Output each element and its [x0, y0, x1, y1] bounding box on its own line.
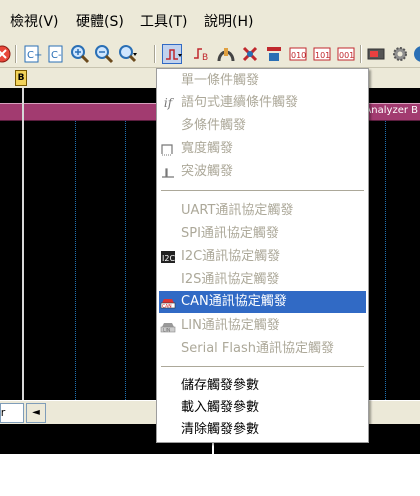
protocol-2-icon[interactable]: 001	[336, 44, 356, 64]
probe-icon[interactable]	[216, 44, 236, 64]
zoom-in-icon[interactable]	[70, 44, 90, 64]
menu-separator	[161, 366, 364, 367]
menu-item-i2c-trigger[interactable]: I2C I2C通訊協定觸發	[159, 246, 366, 268]
pulse-width-icon	[160, 141, 176, 157]
trigger-edge-icon[interactable]: B	[192, 44, 212, 64]
menu-item-spi-trigger[interactable]: SPI通訊協定觸發	[159, 223, 366, 245]
toolbar: C+ C- B 010 101 001	[0, 40, 420, 68]
grid-line	[75, 121, 76, 400]
menu-item-can-trigger[interactable]: CAN CAN通訊協定觸發	[159, 291, 366, 313]
cursor-b-marker[interactable]: B	[15, 70, 27, 86]
can-car-icon: CAN	[160, 294, 176, 310]
menu-item-load-trigger-params[interactable]: 載入觸發參數	[159, 397, 366, 419]
menu-item-multi-condition-trigger[interactable]: 多條件觸發	[159, 115, 366, 137]
trigger-settings-icon[interactable]	[162, 44, 182, 64]
cursor-b-line[interactable]	[22, 88, 24, 400]
menu-item-save-trigger-params[interactable]: 儲存觸發參數	[159, 375, 366, 397]
glitch-icon	[160, 164, 176, 180]
menu-tools[interactable]: 工具(T)	[140, 11, 187, 31]
svg-text:C+: C+	[27, 50, 42, 61]
channel-icon[interactable]	[240, 44, 260, 64]
decode-icon[interactable]: 010	[288, 44, 308, 64]
menu-item-statement-trigger[interactable]: if 語句式連續條件觸發	[159, 92, 366, 114]
menu-separator	[161, 190, 364, 191]
analyzer-band-label: Analyzer B	[364, 105, 418, 116]
svg-text:101: 101	[315, 51, 330, 60]
svg-text:B: B	[202, 53, 208, 63]
menu-item-glitch-trigger[interactable]: 突波觸發	[159, 161, 366, 183]
cursor-remove-icon[interactable]: C-	[46, 44, 66, 64]
status-area	[0, 454, 420, 496]
menu-item-serial-flash-trigger[interactable]: Serial Flash通訊協定觸發	[159, 338, 366, 360]
svg-text:010: 010	[291, 51, 306, 60]
cursor-add-icon[interactable]: C+	[22, 44, 42, 64]
menu-bar: 檢視(V) 硬體(S) 工具(T) 說明(H)	[0, 0, 420, 40]
menu-hardware[interactable]: 硬體(S)	[76, 11, 124, 31]
trigger-menu: 單一條件觸發 if 語句式連續條件觸發 多條件觸發 寬度觸發 突波觸發 UART…	[156, 68, 369, 443]
svg-text:I2C: I2C	[162, 254, 175, 263]
settings-gear-icon[interactable]	[390, 44, 410, 64]
svg-text:001: 001	[339, 51, 354, 60]
panel-tab-label: ger	[0, 406, 6, 419]
lin-car-icon: LIN	[160, 318, 176, 334]
timeline-mark	[212, 442, 214, 454]
grid-line	[125, 121, 126, 400]
i2c-icon: I2C	[160, 249, 176, 265]
screen-icon[interactable]	[366, 44, 386, 64]
svg-text:C-: C-	[51, 50, 62, 61]
grid-line	[385, 121, 386, 400]
if-icon: if	[163, 96, 173, 110]
menu-item-uart-trigger[interactable]: UART通訊協定觸發	[159, 200, 366, 222]
panel-tab[interactable]: ger	[0, 403, 24, 423]
svg-text:CAN: CAN	[162, 304, 172, 310]
bus-icon[interactable]	[264, 44, 284, 64]
menu-item-lin-trigger[interactable]: LIN LIN通訊協定觸發	[159, 315, 366, 337]
menu-item-single-condition-trigger[interactable]: 單一條件觸發	[159, 70, 366, 92]
menu-help[interactable]: 說明(H)	[204, 11, 253, 31]
menu-view[interactable]: 檢視(V)	[10, 11, 59, 31]
scroll-left-button[interactable]: ◄	[26, 403, 46, 423]
stop-icon[interactable]	[0, 44, 12, 64]
info-icon[interactable]	[412, 44, 420, 64]
protocol-icon[interactable]: 101	[312, 44, 332, 64]
zoom-out-icon[interactable]	[94, 44, 114, 64]
menu-item-i2s-trigger[interactable]: I2S通訊協定觸發	[159, 269, 366, 291]
zoom-fit-icon[interactable]	[118, 44, 138, 64]
svg-text:LIN: LIN	[163, 328, 170, 334]
menu-item-width-trigger[interactable]: 寬度觸發	[159, 138, 366, 160]
menu-item-clear-trigger-params[interactable]: 清除觸發參數	[159, 419, 366, 441]
